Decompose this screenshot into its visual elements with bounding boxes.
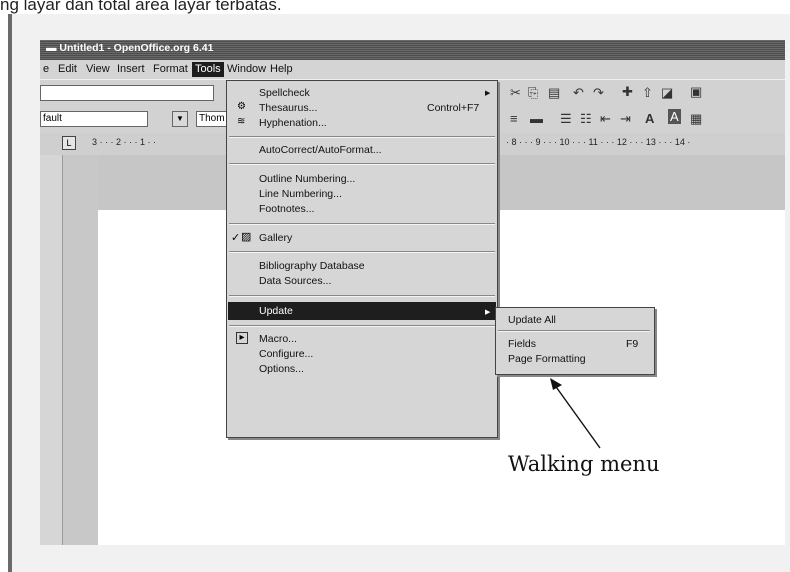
macro-icon: ▸ — [236, 332, 248, 344]
annotation-label: Walking menu — [508, 452, 660, 476]
background-color-icon[interactable]: ▦ — [690, 111, 702, 127]
menu-item-thesaurus[interactable]: Thesaurus... — [259, 102, 317, 114]
tab-stop-icon[interactable]: L — [62, 136, 76, 150]
font-name-select[interactable]: Thom — [196, 111, 230, 127]
decrease-indent-icon[interactable]: ⇤ — [600, 111, 611, 127]
menu-item-gallery[interactable]: Gallery — [259, 232, 292, 244]
menu-format[interactable]: Format — [153, 63, 188, 75]
submenu-item-fields[interactable]: Fields — [508, 338, 536, 350]
increase-indent-icon[interactable]: ⇥ — [620, 111, 631, 127]
annotation-arrow — [550, 378, 601, 449]
submenu-item-page-formatting[interactable]: Page Formatting — [508, 353, 586, 365]
menu-separator — [229, 136, 495, 138]
update-label: Update — [259, 305, 293, 317]
font-color-button[interactable]: A — [645, 111, 654, 126]
chevron-down-icon[interactable]: ▼ — [172, 111, 188, 127]
menu-item-outline-numbering[interactable]: Outline Numbering... — [259, 173, 355, 185]
thesaurus-shortcut: Control+F7 — [427, 102, 480, 114]
submenu-arrow-icon: ▶ — [485, 90, 491, 97]
align-center-icon[interactable]: ≡ — [510, 111, 518, 126]
menu-separator — [229, 163, 495, 165]
highlight-button[interactable]: A — [668, 109, 681, 124]
window-title: ▬ Untitled1 - OpenOffice.org 6.41 — [46, 42, 214, 54]
menu-insert[interactable]: Insert — [117, 63, 145, 75]
menu-separator — [229, 325, 495, 327]
data-sources-icon[interactable]: ▣ — [690, 84, 702, 100]
cut-icon[interactable]: ✂ — [510, 85, 521, 101]
undo-icon[interactable]: ↶ — [573, 85, 584, 101]
hyphenation-icon: ≋ — [237, 116, 246, 127]
thesaurus-icon: ⚙ — [237, 101, 246, 112]
menu-file[interactable]: e — [43, 63, 49, 75]
update-submenu: Update All Fields F9 Page Formatting — [495, 307, 655, 375]
menu-item-bibliography[interactable]: Bibliography Database — [259, 260, 365, 272]
frame-left-bar — [8, 14, 12, 572]
menu-item-hyphenation[interactable]: Hyphenation... — [259, 117, 327, 129]
menu-separator — [229, 251, 495, 253]
stylist-icon[interactable]: ⇧ — [642, 85, 653, 101]
url-field[interactable] — [40, 85, 214, 101]
menu-window[interactable]: Window — [227, 63, 266, 75]
menu-separator — [229, 295, 495, 297]
openoffice-window: ▬ Untitled1 - OpenOffice.org 6.41 e Edit… — [40, 40, 785, 545]
menu-edit[interactable]: Edit — [58, 63, 77, 75]
ruler-left-ticks: 3 · · · 2 · · · 1 · · — [92, 137, 156, 147]
ruler-right-ticks: · 8 · · · 9 · · · 10 · · · 11 · · · 12 ·… — [506, 137, 691, 147]
navigator-icon[interactable]: ✚ — [622, 84, 633, 100]
paste-icon[interactable]: ▤ — [548, 85, 560, 101]
menu-item-options[interactable]: Options... — [259, 363, 304, 375]
menu-item-configure[interactable]: Configure... — [259, 348, 313, 360]
justify-icon[interactable]: ▬ — [530, 111, 543, 126]
menu-view[interactable]: View — [86, 63, 110, 75]
vertical-ruler — [40, 155, 63, 545]
submenu-arrow-icon: ▶ — [485, 309, 491, 316]
bullets-icon[interactable]: ☷ — [580, 111, 592, 127]
menu-help[interactable]: Help — [270, 63, 293, 75]
menu-item-footnotes[interactable]: Footnotes... — [259, 203, 314, 215]
menu-item-data-sources[interactable]: Data Sources... — [259, 275, 331, 287]
menu-bar: e Edit View Insert Format Tools Window H… — [40, 60, 785, 79]
copy-icon[interactable]: ⎘ — [528, 85, 538, 101]
numbering-icon[interactable]: ☰ — [560, 111, 572, 127]
menu-item-spellcheck[interactable]: Spellcheck — [259, 87, 310, 99]
submenu-item-update-all[interactable]: Update All — [508, 314, 556, 326]
tools-menu: Spellcheck ▶ ⚙ Thesaurus... Control+F7 ≋… — [226, 80, 498, 438]
redo-icon[interactable]: ↷ — [593, 85, 604, 101]
menu-item-line-numbering[interactable]: Line Numbering... — [259, 188, 342, 200]
paragraph-style-select[interactable]: fault — [40, 111, 148, 127]
checkmark-icon: ✓ — [231, 232, 241, 244]
menu-item-autocorrect[interactable]: AutoCorrect/AutoFormat... — [259, 144, 382, 156]
menu-tools[interactable]: Tools — [192, 62, 224, 77]
gallery-icon: ▨ — [241, 231, 252, 243]
app-icon: ▬ — [46, 42, 60, 54]
fields-shortcut: F9 — [626, 338, 639, 350]
menu-separator — [229, 223, 495, 225]
gallery-icon[interactable]: ◪ — [661, 85, 673, 101]
menu-separator — [498, 330, 650, 332]
title-bar: ▬ Untitled1 - OpenOffice.org 6.41 — [40, 40, 785, 60]
menu-item-macro[interactable]: Macro... — [259, 333, 297, 345]
